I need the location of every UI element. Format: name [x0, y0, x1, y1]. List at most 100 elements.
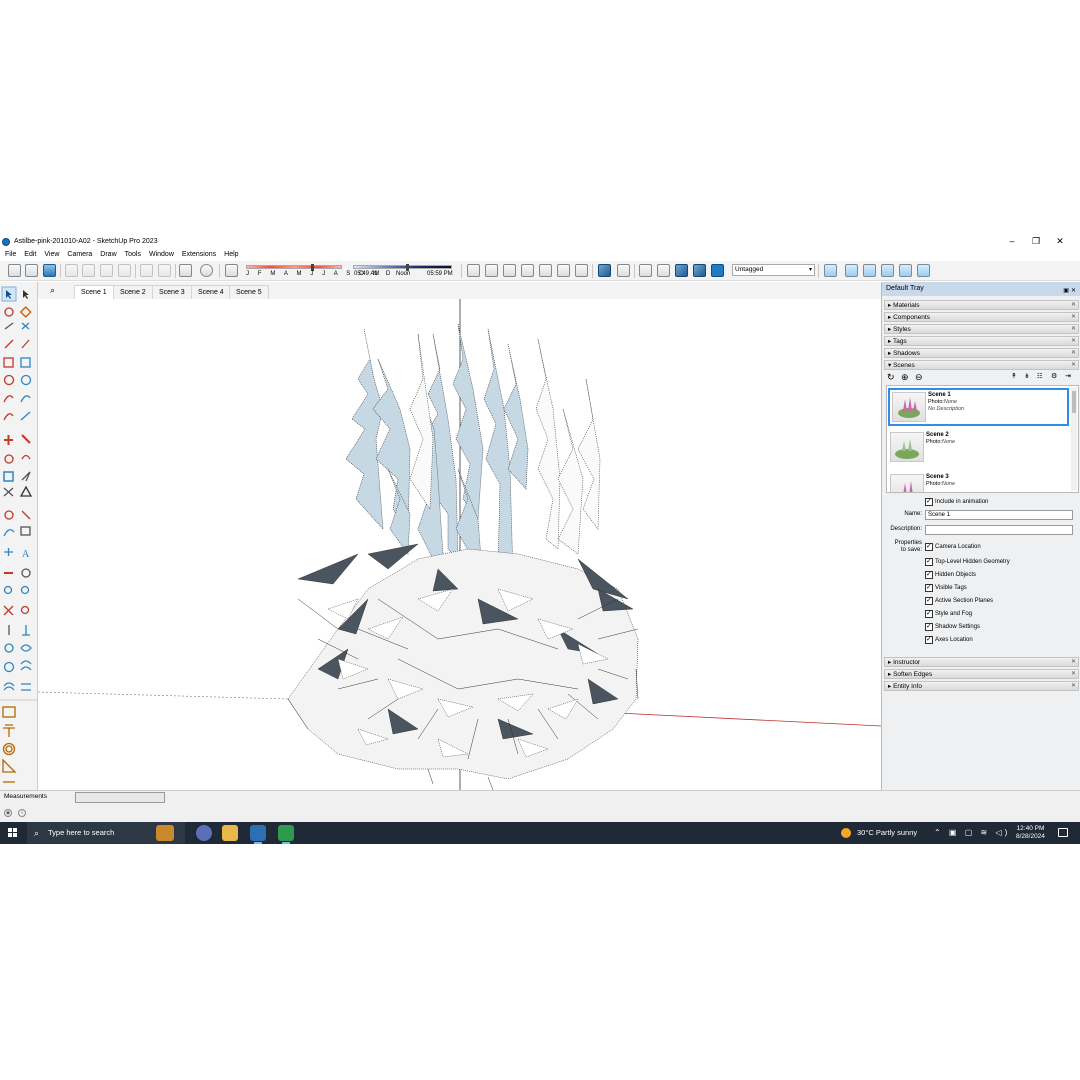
shaded-style-icon[interactable] — [675, 264, 688, 277]
time-slider[interactable] — [353, 264, 452, 271]
refresh-icon[interactable]: ↻ — [887, 371, 895, 383]
scene-name-field[interactable]: Scene 1 — [925, 510, 1073, 520]
right-view-icon[interactable] — [521, 264, 534, 277]
remove-scene-icon[interactable]: ⊖ — [915, 371, 923, 383]
style-fog-checkbox[interactable] — [925, 609, 933, 618]
include-animation-checkbox[interactable] — [925, 497, 933, 506]
camera-location-checkbox[interactable] — [925, 542, 933, 551]
measurements-input[interactable] — [75, 792, 165, 803]
shaded-textures-style-icon[interactable] — [693, 264, 706, 277]
top-view-icon[interactable] — [485, 264, 498, 277]
scene-item-2[interactable]: Scene 2 Photo:None — [888, 430, 1069, 468]
back-view-icon[interactable] — [539, 264, 552, 277]
wireframe-style-icon[interactable] — [639, 264, 652, 277]
intersect-icon[interactable] — [863, 264, 876, 277]
panel-shadows[interactable]: ▸ Shadows ✕ — [884, 348, 1079, 358]
scene-item-1[interactable]: Scene 1 Photo:None No Description — [888, 388, 1069, 426]
menu-draw[interactable]: Draw — [100, 251, 116, 258]
panel-tags[interactable]: ▸ Tags ✕ — [884, 336, 1079, 346]
new-file-icon[interactable] — [8, 264, 21, 277]
panel-soften-edges[interactable]: ▸ Soften Edges ✕ — [884, 669, 1079, 679]
redo-icon[interactable] — [158, 264, 171, 277]
menu-edit[interactable]: Edit — [24, 251, 36, 258]
visible-tags-checkbox[interactable] — [925, 583, 933, 592]
taskbar-clock[interactable]: 12:40 PM 8/28/2024 — [1016, 825, 1045, 841]
menu-window[interactable]: Window — [149, 251, 174, 258]
windows-start-icon[interactable] — [8, 828, 17, 837]
scene-description-field[interactable] — [925, 525, 1073, 535]
open-folder-icon[interactable] — [25, 264, 38, 277]
search-icon[interactable]: ⌕ — [50, 285, 55, 296]
shadow-settings-checkbox[interactable] — [925, 622, 933, 631]
menu-tools[interactable]: Tools — [125, 251, 141, 258]
panel-scenes[interactable]: ▾ Scenes ✕ — [884, 360, 1079, 370]
panel-entity-info[interactable]: ▸ Entity Info ✕ — [884, 681, 1079, 691]
menu-extensions[interactable]: Extensions — [182, 251, 216, 258]
monochrome-style-icon[interactable] — [711, 264, 724, 277]
view-options-icon[interactable]: ☷ — [1037, 371, 1042, 383]
tab-scene-1[interactable]: Scene 1 — [74, 285, 114, 299]
undo-icon[interactable] — [140, 264, 153, 277]
geo-location-icon[interactable]: ◉ — [4, 809, 12, 817]
tab-scene-3[interactable]: Scene 3 — [152, 285, 192, 299]
save-icon[interactable] — [43, 264, 56, 277]
paste-icon[interactable] — [100, 264, 113, 277]
move-down-icon[interactable]: ↡ — [1024, 371, 1030, 383]
panel-styles[interactable]: ▸ Styles ✕ — [884, 324, 1079, 334]
modeling-viewport[interactable] — [38, 299, 881, 790]
collapse-icon[interactable]: ⇥ — [1065, 371, 1071, 383]
browser-icon[interactable] — [196, 825, 212, 841]
work-briefcase-icon[interactable] — [156, 825, 174, 841]
pin-icon[interactable]: ▣✕ — [1063, 284, 1078, 298]
xray-style-icon[interactable] — [598, 264, 611, 277]
model-info-icon[interactable] — [200, 264, 213, 277]
print-icon[interactable] — [179, 264, 192, 277]
left-view-icon[interactable] — [557, 264, 570, 277]
details-icon[interactable]: ⚙ — [1051, 371, 1057, 383]
axes-location-checkbox[interactable] — [925, 635, 933, 644]
tab-scene-2[interactable]: Scene 2 — [113, 285, 153, 299]
month-slider[interactable] — [246, 264, 342, 271]
notifications-icon[interactable] — [1058, 828, 1068, 837]
section-plane-icon[interactable] — [824, 264, 837, 277]
shadows-toggle-icon[interactable] — [225, 264, 238, 277]
hidden-geometry-checkbox[interactable] — [925, 557, 933, 566]
move-up-icon[interactable]: ↟ — [1011, 371, 1017, 383]
hidden-line-style-icon[interactable] — [657, 264, 670, 277]
union-icon[interactable] — [881, 264, 894, 277]
back-edges-style-icon[interactable] — [617, 264, 630, 277]
sketchup-taskbar-icon[interactable] — [250, 825, 266, 844]
iso-view-icon[interactable] — [467, 264, 480, 277]
panel-components[interactable]: ▸ Components ✕ — [884, 312, 1079, 322]
add-scene-icon[interactable]: ⊕ — [901, 371, 909, 383]
scene-item-3[interactable]: Scene 3 Photo:None — [888, 472, 1069, 492]
info-icon[interactable]: i — [18, 809, 26, 817]
weather-widget[interactable]: 30°C Partly sunny — [841, 822, 917, 844]
file-explorer-icon[interactable] — [222, 825, 238, 841]
front-view-icon[interactable] — [503, 264, 516, 277]
trim-icon[interactable] — [917, 264, 930, 277]
minimize-button[interactable]: – — [1000, 234, 1024, 249]
maximize-button[interactable]: ❐ — [1024, 234, 1048, 249]
menu-file[interactable]: File — [5, 251, 16, 258]
cut-icon[interactable] — [65, 264, 78, 277]
panel-materials[interactable]: ▸ Materials ✕ — [884, 300, 1079, 310]
menu-view[interactable]: View — [44, 251, 59, 258]
tab-scene-4[interactable]: Scene 4 — [191, 285, 231, 299]
hidden-objects-checkbox[interactable] — [925, 570, 933, 579]
system-tray-icons[interactable]: ⌃ ▣ ▢ ≋ ◁) — [934, 822, 1010, 844]
section-planes-checkbox[interactable] — [925, 596, 933, 605]
menu-camera[interactable]: Camera — [67, 251, 92, 258]
panel-instructor[interactable]: ▸ Instructor ✕ — [884, 657, 1079, 667]
copy-icon[interactable] — [82, 264, 95, 277]
menu-help[interactable]: Help — [224, 251, 238, 258]
close-button[interactable]: ✕ — [1048, 234, 1072, 249]
outer-shell-icon[interactable] — [845, 264, 858, 277]
tab-scene-5[interactable]: Scene 5 — [229, 285, 269, 299]
erase-delete-icon[interactable] — [118, 264, 131, 277]
bottom-view-icon[interactable] — [575, 264, 588, 277]
scenes-scrollbar[interactable] — [1071, 387, 1077, 491]
subtract-icon[interactable] — [899, 264, 912, 277]
layout-taskbar-icon[interactable] — [278, 825, 294, 844]
tag-selector[interactable]: Untagged ▾ — [732, 264, 815, 276]
